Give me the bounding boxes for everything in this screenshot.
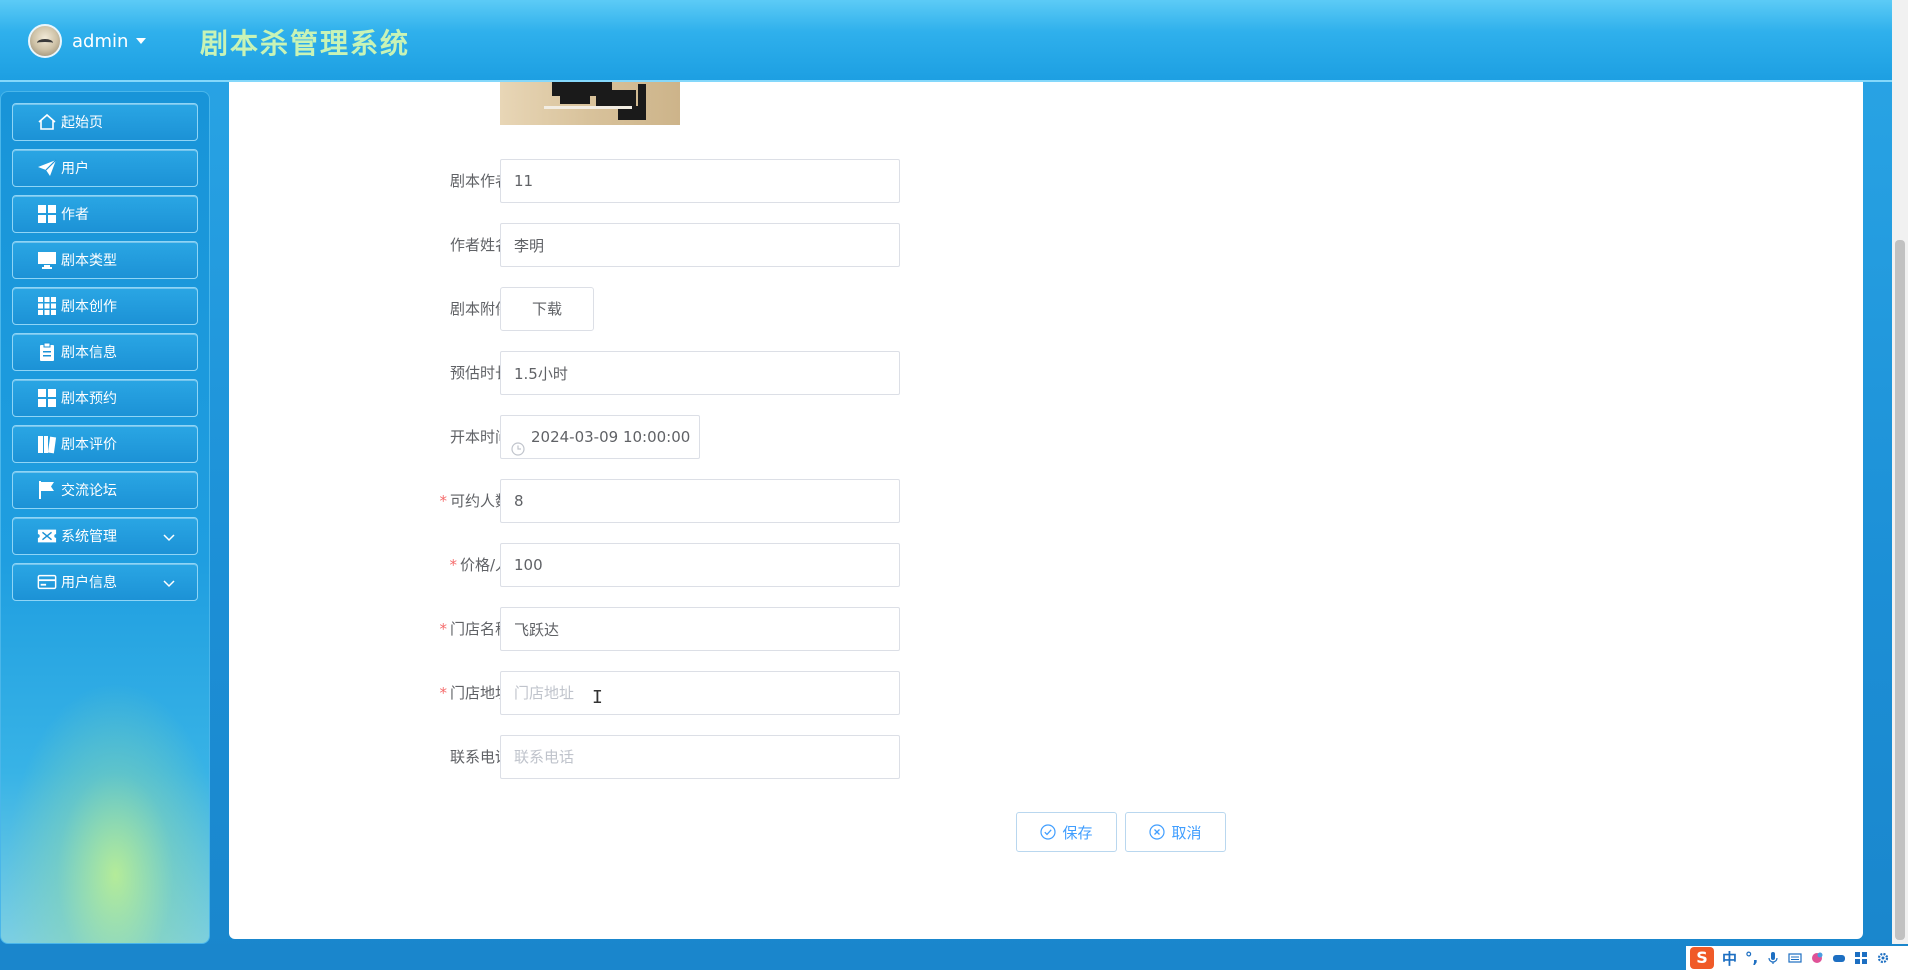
username[interactable]: admin <box>72 31 128 52</box>
download-button[interactable]: 下载 <box>500 287 594 331</box>
books-icon <box>37 434 57 454</box>
required-mark: * <box>439 492 447 510</box>
store-address-label: * 门店地址 <box>439 684 510 702</box>
start-time-picker[interactable]: 2024-03-09 10:00:00 <box>500 415 700 459</box>
cancel-button[interactable]: 取消 <box>1125 812 1226 852</box>
duration-field[interactable] <box>500 351 900 395</box>
sidebar-item-script-booking[interactable]: 剧本预约 <box>12 379 198 417</box>
gamepad-icon[interactable] <box>1832 951 1846 965</box>
flag-icon <box>37 480 57 500</box>
user-menu[interactable]: admin <box>28 24 147 58</box>
sidebar-item-label: 剧本创作 <box>61 299 117 315</box>
top-header: admin 剧本杀管理系统 <box>0 0 1892 82</box>
monitor-icon <box>37 250 57 270</box>
clipboard-icon <box>37 342 57 362</box>
sidebar-item-users[interactable]: 用户 <box>12 149 198 187</box>
ticket-icon <box>37 526 57 546</box>
sidebar-item-label: 作者 <box>61 207 89 223</box>
sidebar-item-label: 用户信息 <box>61 575 117 591</box>
check-circle-icon <box>1040 824 1057 840</box>
required-mark: * <box>449 556 457 574</box>
bottom-strip <box>0 944 1908 970</box>
keyboard-icon[interactable] <box>1788 951 1802 965</box>
sidebar-item-forum[interactable]: 交流论坛 <box>12 471 198 509</box>
home-icon <box>37 112 57 132</box>
skin-icon[interactable] <box>1810 951 1824 965</box>
author-label: 剧本作者 <box>449 172 510 190</box>
store-name-label: * 门店名称 <box>439 620 510 638</box>
phone-field[interactable] <box>500 735 900 779</box>
sidebar-item-label: 系统管理 <box>61 529 117 545</box>
save-label: 保存 <box>1062 823 1093 842</box>
sidebar-item-home[interactable]: 起始页 <box>12 103 198 141</box>
chevron-down-icon[interactable] <box>163 530 175 546</box>
chevron-down-icon[interactable] <box>163 576 175 592</box>
text-cursor-icon: I <box>592 687 603 708</box>
sidebar-item-label: 交流论坛 <box>61 483 117 499</box>
grid-icon <box>37 388 57 408</box>
capacity-label: * 可约人数 <box>439 492 510 510</box>
author-name-field[interactable] <box>500 223 900 267</box>
ime-punct[interactable]: °, <box>1745 949 1758 967</box>
sidebar-item-user-info[interactable]: 用户信息 <box>12 563 198 601</box>
cancel-label: 取消 <box>1171 823 1202 842</box>
sidebar-item-label: 剧本信息 <box>61 345 117 361</box>
sidebar-item-label: 用户 <box>61 161 89 177</box>
sidebar-item-label: 剧本评价 <box>61 437 117 453</box>
scrollbar-thumb[interactable] <box>1895 240 1905 940</box>
microphone-icon[interactable] <box>1766 951 1780 965</box>
grid-icon[interactable] <box>1854 951 1868 965</box>
required-mark: * <box>439 620 447 638</box>
capacity-field[interactable] <box>500 479 900 523</box>
card-icon <box>37 572 57 592</box>
author-field[interactable] <box>500 159 900 203</box>
sidebar-item-system-management[interactable]: 系统管理 <box>12 517 198 555</box>
grid-icon <box>37 204 57 224</box>
avatar[interactable] <box>28 24 62 58</box>
apps-icon <box>37 296 57 316</box>
attachment-label: 剧本附件 <box>449 300 510 318</box>
store-address-field[interactable] <box>500 671 900 715</box>
sidebar-item-label: 起始页 <box>61 115 103 131</box>
ime-logo-icon[interactable]: S <box>1690 947 1714 969</box>
gear-icon[interactable] <box>1876 951 1890 965</box>
sidebar-item-script-creation[interactable]: 剧本创作 <box>12 287 198 325</box>
author-name-label: 作者姓名 <box>449 236 510 254</box>
phone-label: 联系电话 <box>449 748 510 766</box>
paper-plane-icon <box>37 158 57 178</box>
duration-label: 预估时长 <box>449 364 510 382</box>
sidebar-item-script-review[interactable]: 剧本评价 <box>12 425 198 463</box>
ime-toolbar[interactable]: S 中 °, <box>1686 946 1908 970</box>
close-circle-icon <box>1149 824 1166 840</box>
clock-icon <box>511 430 525 472</box>
price-field[interactable] <box>500 543 900 587</box>
app-title: 剧本杀管理系统 <box>200 27 411 60</box>
store-name-field[interactable] <box>500 607 900 651</box>
script-cover-image <box>500 82 680 125</box>
start-time-label: 开本时间 <box>449 428 510 446</box>
save-button[interactable]: 保存 <box>1016 812 1117 852</box>
price-label: * 价格/人 <box>449 556 510 574</box>
required-mark: * <box>439 684 447 702</box>
sidebar-item-script-types[interactable]: 剧本类型 <box>12 241 198 279</box>
sidebar-item-script-info[interactable]: 剧本信息 <box>12 333 198 371</box>
ime-mode[interactable]: 中 <box>1722 948 1737 969</box>
sidebar-item-label: 剧本预约 <box>61 391 117 407</box>
caret-down-icon[interactable] <box>136 38 147 44</box>
start-time-value: 2024-03-09 10:00:00 <box>531 428 691 446</box>
sidebar: 起始页 用户 作者 剧本类型 剧本创作 剧本信息 剧本预约 剧本评价 交流论坛 … <box>0 91 210 944</box>
sidebar-item-label: 剧本类型 <box>61 253 117 269</box>
sidebar-item-authors[interactable]: 作者 <box>12 195 198 233</box>
